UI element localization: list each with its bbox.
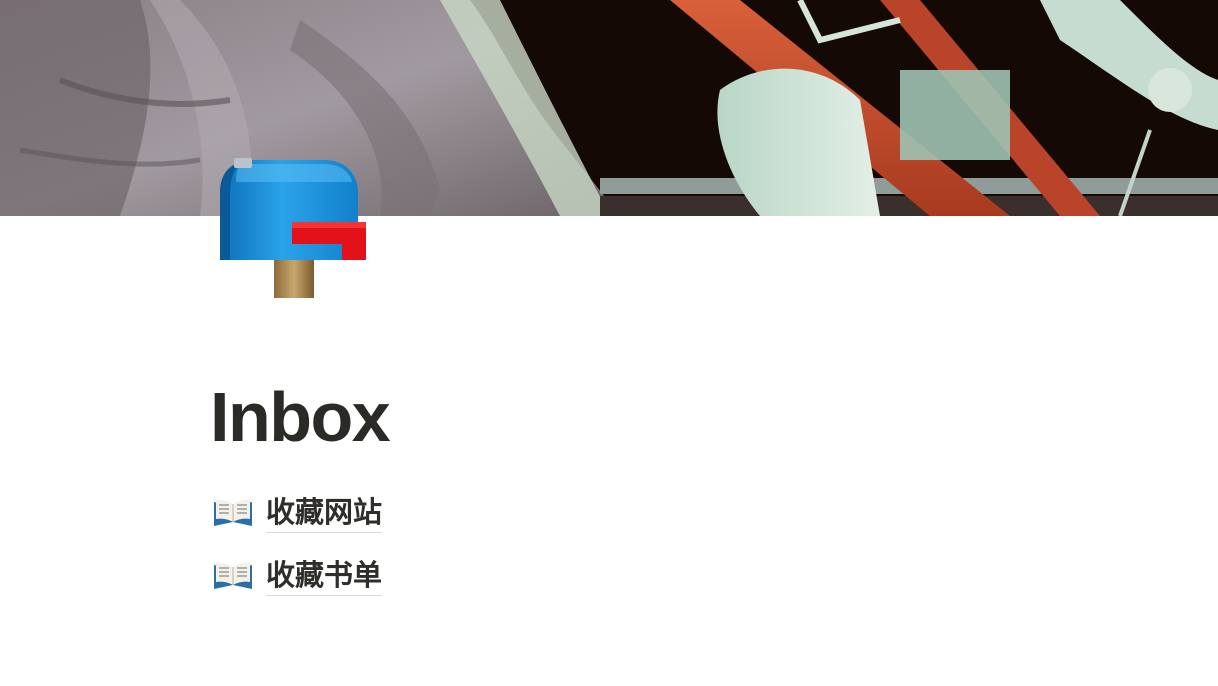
sub-page-list: 收藏网站 收藏书单 (213, 490, 383, 616)
sub-page-link-booklist[interactable]: 收藏书单 (213, 553, 383, 597)
open-book-icon (213, 559, 253, 591)
mailbox-icon[interactable] (212, 152, 372, 298)
sub-page-link-label: 收藏网站 (266, 492, 383, 533)
astronaut-photo (0, 0, 1218, 216)
notion-page: Inbox 收藏网站 收藏书单 (0, 0, 1218, 686)
open-book-icon (213, 496, 253, 528)
sub-page-link-websites[interactable]: 收藏网站 (213, 490, 383, 534)
sub-page-link-label: 收藏书单 (266, 555, 383, 596)
cover-image[interactable] (0, 0, 1218, 216)
page-title[interactable]: Inbox (210, 372, 391, 462)
